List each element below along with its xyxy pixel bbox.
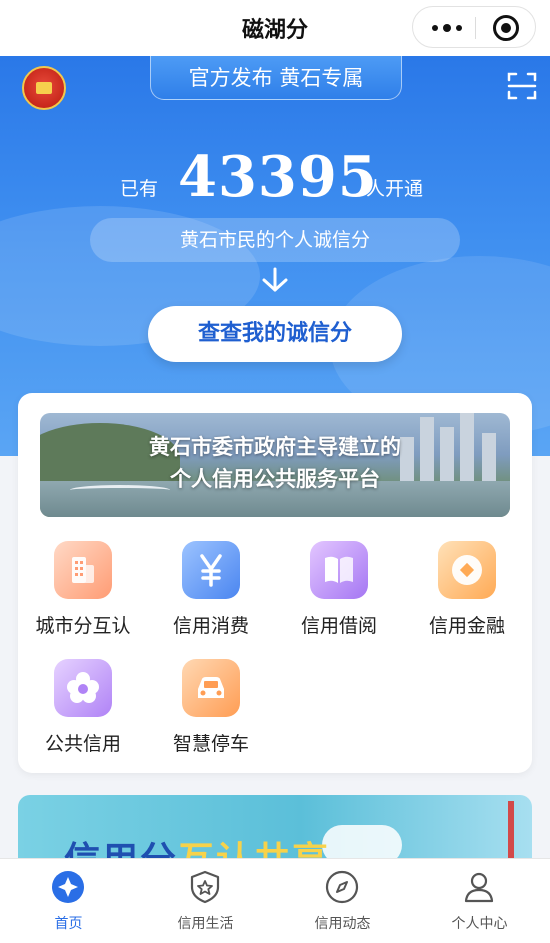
home-icon [52, 871, 84, 903]
check-score-button[interactable]: 查查我的诚信分 [148, 306, 402, 362]
service-credit-finance[interactable]: 信用金融 [412, 541, 522, 651]
service-smart-parking[interactable]: 智慧停车 [156, 659, 266, 769]
hero-subtitle: 黄石市民的个人诚信分 [90, 218, 460, 262]
more-icon[interactable] [427, 15, 467, 41]
service-credit-consume[interactable]: 信用消费 [156, 541, 266, 651]
close-target-icon[interactable] [493, 15, 519, 41]
scan-icon[interactable] [506, 70, 538, 102]
service-label: 城市分互认 [35, 615, 131, 637]
service-label: 公共信用 [44, 733, 121, 755]
stat-suffix: 人开通 [366, 178, 424, 200]
car-icon [182, 659, 240, 717]
service-label: 智慧停车 [172, 733, 249, 755]
official-tag: 官方发布 黄石专属 [150, 56, 402, 100]
stat-prefix: 已有 [120, 178, 159, 200]
promo-banner[interactable]: 信用分互认共享 [18, 795, 532, 865]
tab-credit-life[interactable]: 信用生活 [137, 859, 274, 943]
bottom-tab-bar: 首页 信用生活 信用动态 个人中心 [0, 858, 550, 943]
promo-decoration [508, 801, 514, 861]
title-bar: 磁湖分 [0, 0, 550, 56]
tab-credit-news[interactable]: 信用动态 [274, 859, 411, 943]
banner-line-1: 黄石市委市政府主导建立的 [149, 435, 401, 459]
tab-home[interactable]: 首页 [0, 859, 137, 943]
service-label: 信用消费 [172, 615, 249, 637]
miniprogram-capsule [412, 6, 536, 48]
tab-label: 信用生活 [177, 916, 234, 932]
services-card: 黄石市委市政府主导建立的 个人信用公共服务平台 城市分互认 信用消费 信用借阅 … [18, 393, 532, 773]
building-icon [54, 541, 112, 599]
coin-icon [438, 541, 496, 599]
tab-label: 个人中心 [451, 916, 508, 932]
service-label: 信用金融 [428, 615, 505, 637]
compass-icon [325, 870, 359, 904]
service-city-score[interactable]: 城市分互认 [28, 541, 138, 651]
tab-label: 信用动态 [314, 916, 371, 932]
banner-text: 黄石市委市政府主导建立的 个人信用公共服务平台 [40, 431, 510, 495]
yen-icon [182, 541, 240, 599]
person-icon [464, 872, 494, 903]
platform-banner[interactable]: 黄石市委市政府主导建立的 个人信用公共服务平台 [40, 413, 510, 517]
service-label: 信用借阅 [300, 615, 377, 637]
flower-icon [54, 659, 112, 717]
tab-personal-center[interactable]: 个人中心 [411, 859, 548, 943]
tab-label: 首页 [54, 916, 83, 932]
banner-line-2: 个人信用公共服务平台 [170, 467, 380, 491]
capsule-divider [475, 17, 476, 39]
service-public-credit[interactable]: 公共信用 [28, 659, 138, 769]
service-credit-reading[interactable]: 信用借阅 [284, 541, 394, 651]
book-icon [310, 541, 368, 599]
user-count: 43395 [178, 144, 378, 210]
city-emblem-icon [22, 66, 66, 110]
shield-star-icon [190, 870, 220, 904]
arrow-down-icon [262, 267, 288, 292]
